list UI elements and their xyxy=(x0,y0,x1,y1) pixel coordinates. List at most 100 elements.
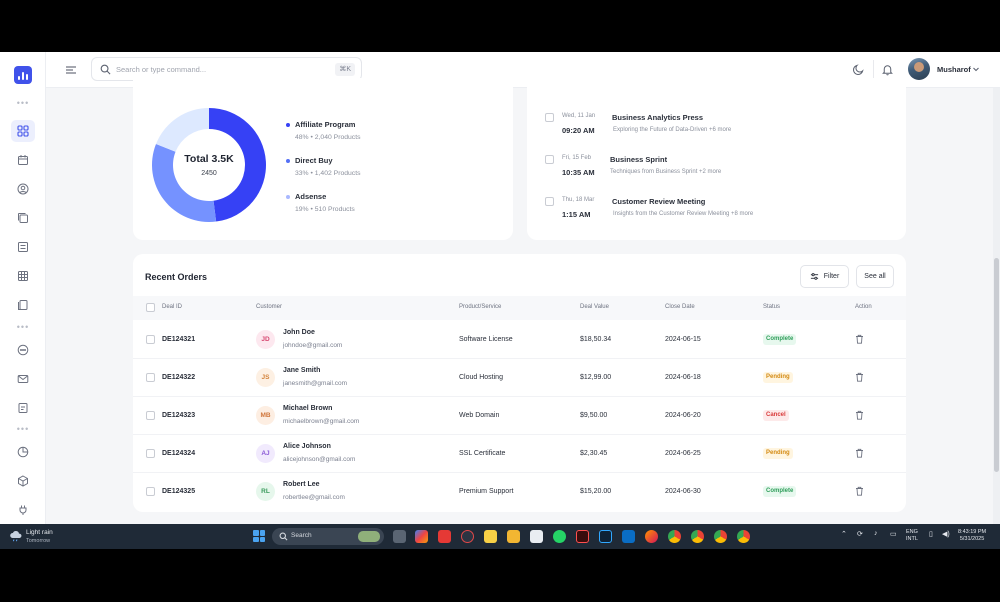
select-all-checkbox[interactable] xyxy=(146,303,155,312)
sidebar-item-profile[interactable] xyxy=(11,178,35,200)
vscode-icon[interactable] xyxy=(622,530,635,543)
chrome-profile-icon[interactable] xyxy=(691,530,704,543)
column-header-deal-value[interactable]: Deal Value xyxy=(580,304,609,310)
sidebar-item-ui-elements[interactable] xyxy=(11,470,35,492)
search-input[interactable] xyxy=(116,62,286,77)
sidebar-item-tables[interactable] xyxy=(11,265,35,287)
schedule-title: Customer Review Meeting xyxy=(612,197,706,206)
scrollbar-thumb[interactable] xyxy=(994,258,999,472)
trash-icon[interactable] xyxy=(855,486,864,496)
row-checkbox[interactable] xyxy=(146,373,155,382)
status-badge: Cancel xyxy=(763,410,789,421)
column-header-deal-id[interactable]: Deal ID xyxy=(162,304,182,310)
file-explorer-icon[interactable] xyxy=(507,530,520,543)
schedule-date: Wed, 11 Jan xyxy=(562,113,596,119)
pie-chart-icon xyxy=(17,446,29,458)
customer-avatar: MB xyxy=(256,406,275,425)
close-date: 2024-06-25 xyxy=(665,450,701,457)
os-taskbar: Light rain Tomorrow Search ⌃ ⟳ ♪ ▭ ENG IN… xyxy=(0,524,1000,549)
trash-icon[interactable] xyxy=(855,448,864,458)
sidebar-item-tasks[interactable] xyxy=(11,207,35,229)
grid-icon xyxy=(17,125,29,137)
bell-icon[interactable] xyxy=(881,63,894,76)
status-badge: Complete xyxy=(763,334,797,345)
sidebar-item-charts[interactable] xyxy=(11,441,35,463)
legend-name: Affiliate Program xyxy=(295,120,356,129)
table-row[interactable]: DE124323 MB Michael Brown michaelbrown@g… xyxy=(133,397,906,435)
status-badge: Pending xyxy=(763,372,793,383)
app-red-icon[interactable] xyxy=(438,530,451,543)
whatsapp-icon[interactable] xyxy=(553,530,566,543)
schedule-checkbox[interactable] xyxy=(545,113,554,122)
recent-orders-title: Recent Orders xyxy=(145,272,208,282)
copilot-icon[interactable] xyxy=(415,530,428,543)
deal-id: DE124325 xyxy=(162,488,196,495)
user-avatar[interactable] xyxy=(908,58,930,80)
sidebar-item-forms[interactable] xyxy=(11,236,35,258)
column-header-product[interactable]: Product/Service xyxy=(459,304,501,310)
tray-chevron-up-icon[interactable]: ⌃ xyxy=(841,530,847,538)
filter-button[interactable]: Filter xyxy=(800,265,849,288)
sidebar-item-invoice[interactable] xyxy=(11,397,35,419)
windows-start-icon[interactable] xyxy=(253,530,265,542)
row-checkbox[interactable] xyxy=(146,335,155,344)
sidebar-item-dashboard[interactable] xyxy=(11,120,35,142)
cloud-rain-icon[interactable] xyxy=(9,530,23,542)
input-language[interactable]: ENG INTL xyxy=(906,529,918,543)
sidebar-item-pages[interactable] xyxy=(11,294,35,316)
deal-id: DE124323 xyxy=(162,412,196,419)
table-row[interactable]: DE124325 RL Robert Lee robertlee@gmail.c… xyxy=(133,473,906,511)
weather-title[interactable]: Light rain xyxy=(26,529,53,536)
column-header-close-date[interactable]: Close Date xyxy=(665,304,695,310)
moon-icon[interactable] xyxy=(852,63,865,76)
deal-value: $15,20.00 xyxy=(580,488,612,495)
sidebar-item-calendar[interactable] xyxy=(11,149,35,171)
legend-name: Adsense xyxy=(295,192,327,201)
chrome-icon[interactable] xyxy=(668,530,681,543)
trash-icon[interactable] xyxy=(855,410,864,420)
sidebar-item-chat[interactable] xyxy=(11,339,35,361)
illustrator-icon[interactable] xyxy=(576,530,589,543)
firefox-icon[interactable] xyxy=(645,530,658,543)
see-all-button[interactable]: See all xyxy=(856,265,894,288)
chevron-down-icon[interactable] xyxy=(972,65,980,73)
schedule-checkbox[interactable] xyxy=(545,197,554,206)
chrome-profile-icon[interactable] xyxy=(737,530,750,543)
table-row[interactable]: DE124324 AJ Alice Johnson alicejohnson@g… xyxy=(133,435,906,473)
task-view-icon[interactable] xyxy=(393,530,406,543)
tray-sync-icon[interactable]: ⟳ xyxy=(857,530,863,538)
row-checkbox[interactable] xyxy=(146,487,155,496)
plug-icon xyxy=(19,505,27,515)
notepad-icon[interactable] xyxy=(530,530,543,543)
menu-toggle-icon[interactable] xyxy=(64,63,78,77)
tray-keyboard-icon[interactable]: ▭ xyxy=(890,530,897,538)
product-service: SSL Certificate xyxy=(459,450,506,457)
row-checkbox[interactable] xyxy=(146,449,155,458)
sticky-notes-icon[interactable] xyxy=(484,530,497,543)
photoshop-icon[interactable] xyxy=(599,530,612,543)
git-icon[interactable] xyxy=(461,530,474,543)
tray-volume-icon[interactable]: ◀) xyxy=(942,530,950,538)
user-name[interactable]: Musharof xyxy=(937,65,971,74)
tray-mic-icon[interactable]: ♪ xyxy=(874,530,878,537)
system-clock[interactable]: 8:43:19 PM 5/31/2025 xyxy=(958,529,986,543)
table-row[interactable]: DE124322 JS Jane Smith janesmith@gmail.c… xyxy=(133,359,906,397)
trash-icon[interactable] xyxy=(855,372,864,382)
sidebar-item-authentication[interactable] xyxy=(11,499,35,521)
trash-icon[interactable] xyxy=(855,334,864,344)
chrome-profile-icon[interactable] xyxy=(714,530,727,543)
column-header-customer[interactable]: Customer xyxy=(256,304,282,310)
tray-display-icon[interactable]: ▯ xyxy=(929,530,933,538)
schedule-title: Business Analytics Press xyxy=(612,113,704,122)
taskbar-search[interactable]: Search xyxy=(272,528,384,545)
schedule-item: Fri, 15 Feb 10:35 AM Business Sprint Tec… xyxy=(545,153,895,185)
lang-primary: ENG xyxy=(906,529,918,535)
row-checkbox[interactable] xyxy=(146,411,155,420)
upcoming-schedule-card: Wed, 11 Jan 09:20 AM Business Analytics … xyxy=(527,78,906,240)
app-logo[interactable] xyxy=(14,66,32,84)
column-header-status[interactable]: Status xyxy=(763,304,780,310)
table-row[interactable]: DE124321 JD John Doe johndoe@gmail.com S… xyxy=(133,321,906,359)
customer-email: michaelbrown@gmail.com xyxy=(283,418,360,425)
schedule-checkbox[interactable] xyxy=(545,155,554,164)
sidebar-item-email[interactable] xyxy=(11,368,35,390)
